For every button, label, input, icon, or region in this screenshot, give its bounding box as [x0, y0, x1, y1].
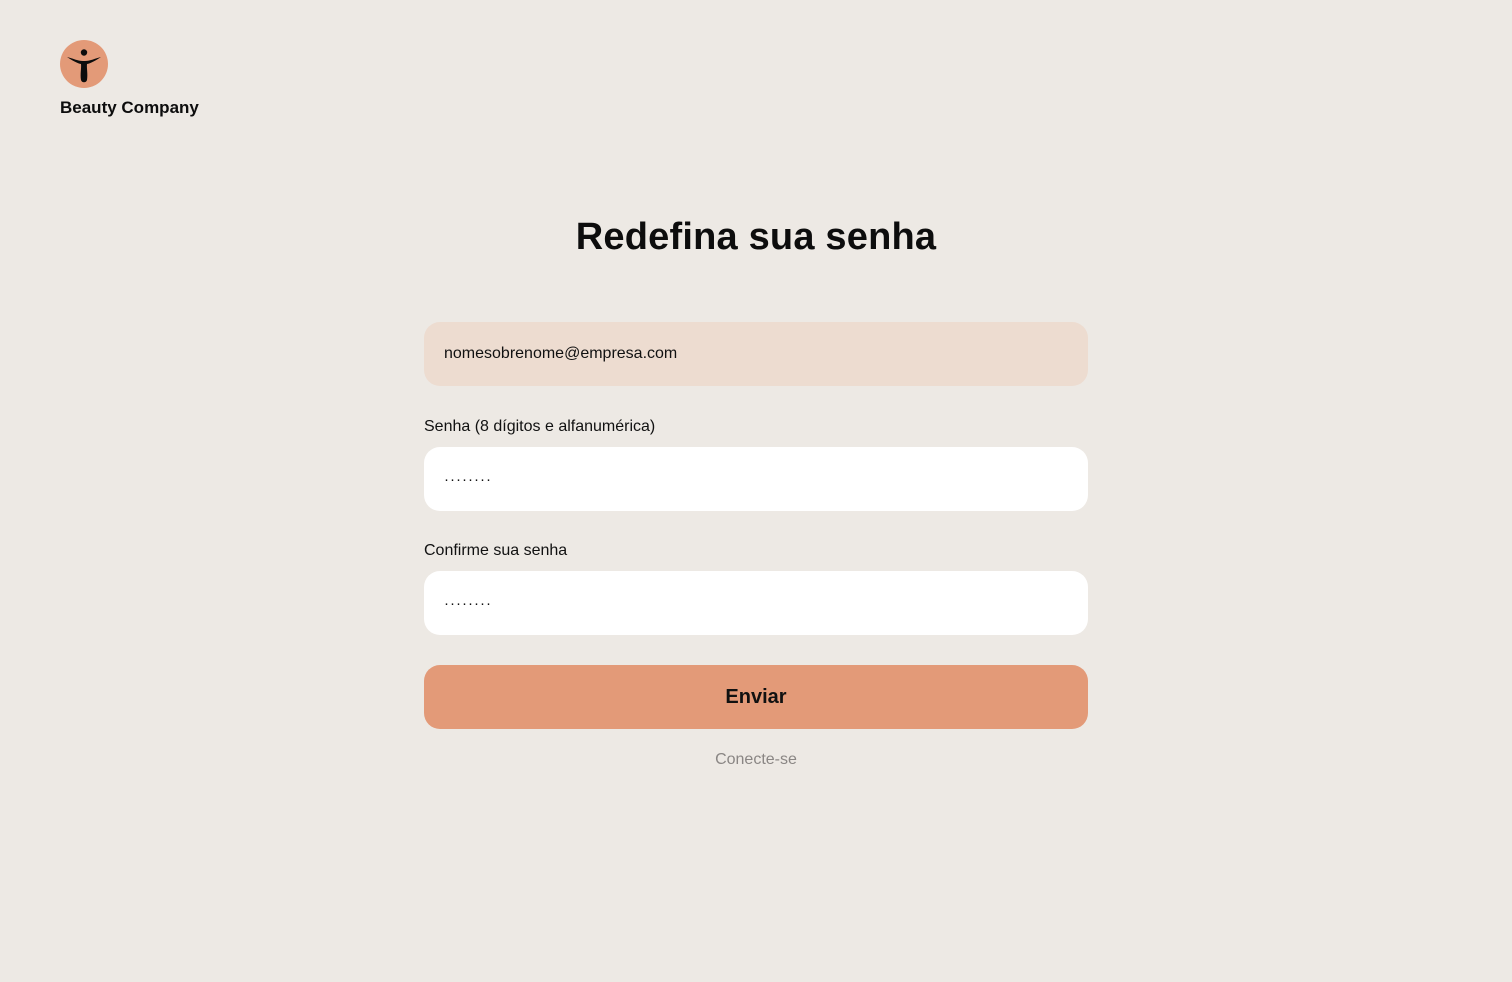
- confirm-password-field[interactable]: ········: [424, 571, 1088, 635]
- brand: Beauty Company: [60, 40, 199, 118]
- submit-button[interactable]: Enviar: [424, 665, 1088, 729]
- password-value: ········: [444, 470, 492, 488]
- brand-logo[interactable]: [60, 40, 108, 88]
- email-field[interactable]: nomesobrenome@empresa.com: [424, 322, 1088, 386]
- confirm-password-value: ········: [444, 594, 492, 612]
- confirm-password-label: Confirme sua senha: [424, 542, 568, 559]
- page-title: Redefina sua senha: [575, 216, 937, 258]
- brand-name: Beauty Company: [60, 98, 199, 117]
- person-figure-icon: [67, 49, 101, 83]
- password-label: Senha (8 dígitos e alfanumérica): [424, 418, 656, 435]
- password-field[interactable]: ········: [424, 447, 1088, 511]
- email-value: nomesobrenome@empresa.com: [444, 345, 678, 362]
- reset-password-form: nomesobrenome@empresa.com Senha (8 dígit…: [424, 322, 1088, 769]
- login-link[interactable]: Conecte-se: [424, 751, 1088, 769]
